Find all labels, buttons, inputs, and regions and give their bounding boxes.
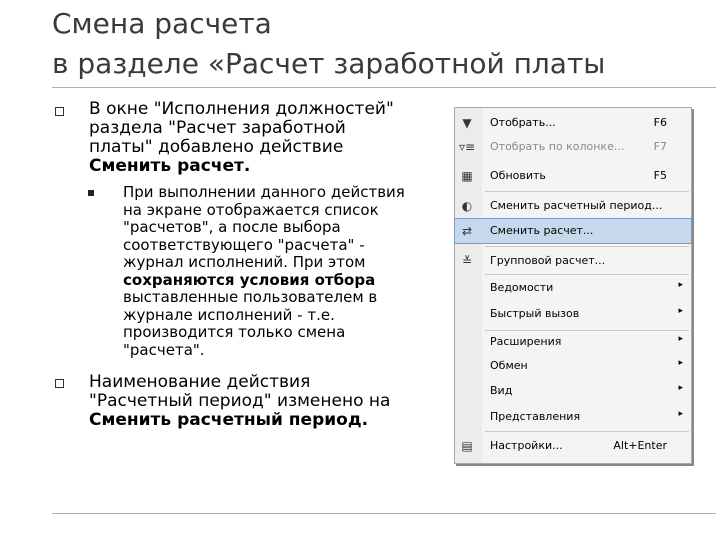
text-line: выставленные пользователем в xyxy=(123,288,378,306)
menu-item-label: Групповой расчет... xyxy=(490,254,606,267)
column-filter-icon: ▿≡ xyxy=(458,140,476,154)
sub-bullet-marker xyxy=(88,190,94,196)
submenu-arrow-icon: ▸ xyxy=(678,383,683,393)
period-icon: ◐ xyxy=(461,199,473,213)
menu-separator xyxy=(485,191,689,192)
text-line: "расчета". xyxy=(123,340,205,359)
menu-item-settings[interactable]: ▤ Настройки... Alt+Enter xyxy=(455,434,691,458)
menu-separator xyxy=(485,246,689,247)
settings-icon: ▤ xyxy=(461,439,473,453)
text-line: платы" добавлено действие xyxy=(89,137,344,157)
text-line: Наименование действия xyxy=(89,372,311,392)
menu-item-exchange[interactable]: Обмен ▸ xyxy=(455,354,691,378)
menu-item-change-period[interactable]: ◐ Сменить расчетный период... xyxy=(455,194,691,218)
bullet-1-text: В окне "Исполнения должностей" раздела "… xyxy=(89,100,394,176)
title-line-2: в разделе «Расчет заработной платы xyxy=(52,47,606,80)
slide-title: Смена расчета в разделе «Расчет заработн… xyxy=(52,4,605,84)
bullet-marker xyxy=(55,107,64,116)
menu-item-shortcut: F6 xyxy=(653,116,667,129)
menu-item-label: Настройки... xyxy=(490,439,563,452)
menu-separator xyxy=(485,431,689,432)
menu-item-label: Быстрый вызов xyxy=(490,307,580,320)
text-line: журнале исполнений - т.е. xyxy=(123,305,335,324)
menu-item-filter[interactable]: ▼ Отобрать... F6 xyxy=(455,111,691,135)
menu-item-label: Расширения xyxy=(490,335,562,348)
submenu-arrow-icon: ▸ xyxy=(678,334,683,344)
menu-separator xyxy=(485,274,689,275)
submenu-arrow-icon: ▸ xyxy=(678,306,683,316)
group-calc-icon: ≚ xyxy=(461,254,473,268)
bullet-marker xyxy=(55,379,64,388)
text-line: "расчетов", а после выбора xyxy=(123,218,341,236)
menu-item-quick-call[interactable]: Быстрый вызов ▸ xyxy=(455,302,691,326)
context-menu: ▼ Отобрать... F6 ▿≡ Отобрать по колонке.… xyxy=(454,107,692,464)
text-line: раздела "Расчет заработной xyxy=(89,118,346,138)
title-divider xyxy=(52,87,716,88)
menu-item-label: Отобрать по колонке... xyxy=(490,140,625,153)
menu-item-representations[interactable]: Представления ▸ xyxy=(455,405,691,429)
menu-item-label: Отобрать... xyxy=(490,116,556,129)
submenu-arrow-icon: ▸ xyxy=(678,280,683,290)
change-calc-icon: ⇄ xyxy=(461,224,473,238)
bullet-2-text: Наименование действия "Расчетный период"… xyxy=(89,373,390,430)
menu-item-shortcut: F5 xyxy=(653,169,667,182)
submenu-arrow-icon: ▸ xyxy=(678,409,683,419)
menu-item-extensions[interactable]: Расширения ▸ xyxy=(455,330,691,354)
text-line-bold: Сменить расчет. xyxy=(89,156,251,176)
menu-item-change-calc[interactable]: ⇄ Сменить расчет... xyxy=(454,218,692,244)
bottom-divider xyxy=(52,513,716,514)
text-line: При выполнении данного действия xyxy=(123,183,405,201)
text-line: "Расчетный период" изменено на xyxy=(89,391,391,411)
menu-item-shortcut: Alt+Enter xyxy=(613,439,667,452)
menu-item-label: Обновить xyxy=(490,169,546,182)
text-line: на экране отображается список xyxy=(123,200,379,219)
menu-item-label: Сменить расчет... xyxy=(490,224,594,237)
text-line: производится только смена xyxy=(123,323,346,341)
text-line: В окне "Исполнения должностей" xyxy=(89,99,394,119)
menu-item-label: Вид xyxy=(490,384,513,397)
menu-item-filter-by-column[interactable]: ▿≡ Отобрать по колонке... F7 xyxy=(455,135,691,159)
menu-item-label: Представления xyxy=(490,410,581,423)
menu-item-group-calc[interactable]: ≚ Групповой расчет... xyxy=(455,249,691,273)
text-line: журнал исполнений. При этом xyxy=(123,253,366,271)
text-line-bold: Сменить расчетный период. xyxy=(89,410,369,430)
menu-item-label: Сменить расчетный период... xyxy=(490,199,663,212)
menu-item-shortcut: F7 xyxy=(653,140,667,153)
menu-item-label: Ведомости xyxy=(490,281,554,294)
filter-icon: ▼ xyxy=(462,116,472,130)
menu-item-label: Обмен xyxy=(490,359,528,372)
menu-item-statements[interactable]: Ведомости ▸ xyxy=(455,276,691,300)
menu-item-refresh[interactable]: ▦ Обновить F5 xyxy=(455,164,691,188)
title-line-1: Смена расчета xyxy=(52,7,272,40)
refresh-icon: ▦ xyxy=(461,169,473,183)
sub-bullet-text: При выполнении данного действия на экран… xyxy=(123,183,405,359)
submenu-arrow-icon: ▸ xyxy=(678,358,683,368)
text-line: соответствующего "расчета" - xyxy=(123,235,365,254)
text-line-bold: сохраняются условия отбора xyxy=(123,270,376,289)
menu-item-view[interactable]: Вид ▸ xyxy=(455,379,691,403)
